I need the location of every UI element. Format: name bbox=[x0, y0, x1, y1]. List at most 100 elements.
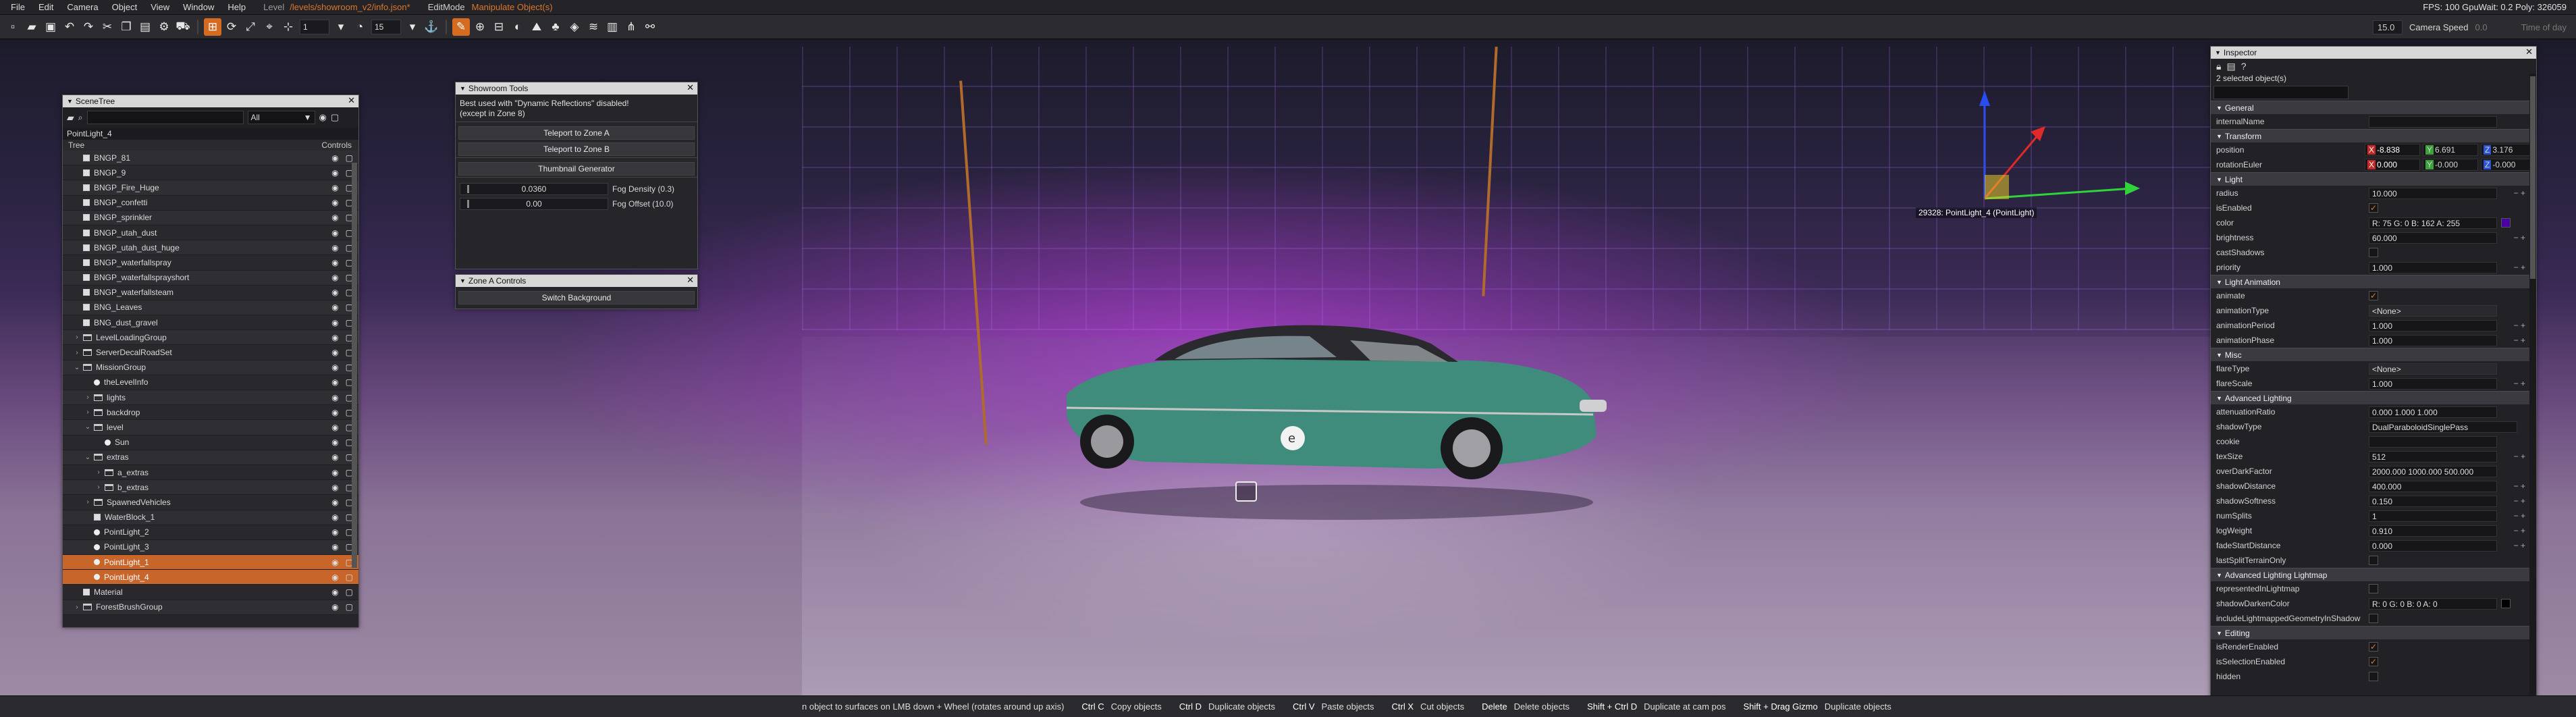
snap-icon[interactable]: ⌖ bbox=[261, 18, 278, 36]
collapse-icon[interactable]: ▼ bbox=[2216, 105, 2222, 111]
lock-filter-icon[interactable]: ▢ bbox=[331, 112, 339, 123]
field-checkbox[interactable] bbox=[2369, 556, 2378, 565]
close-icon[interactable]: ✕ bbox=[687, 275, 694, 286]
expand-icon[interactable]: ⌄ bbox=[83, 454, 92, 461]
select-mode-icon[interactable]: ⊞ bbox=[204, 18, 221, 36]
scene-tree-row[interactable]: Material ◉ ▢ bbox=[63, 585, 358, 600]
scene-tree-row[interactable]: BNGP_sprinkler ◉ ▢ bbox=[63, 210, 358, 225]
visibility-icon[interactable]: ◉ bbox=[331, 348, 338, 357]
node-graph-icon[interactable]: ⚯ bbox=[641, 18, 659, 36]
switch-background-button[interactable]: Switch Background bbox=[458, 291, 695, 304]
pen-tool-icon[interactable]: ✎ bbox=[452, 18, 470, 36]
lock-icon[interactable]: ▢ bbox=[346, 587, 353, 597]
z-component-input[interactable]: Z 3.176 bbox=[2481, 144, 2536, 156]
scene-tree-row[interactable]: WaterBlock_1 ◉ ▢ bbox=[63, 510, 358, 525]
thumbnail-generator-button[interactable]: Thumbnail Generator bbox=[458, 162, 695, 176]
field-input[interactable]: 60.000 bbox=[2369, 232, 2497, 244]
lock-icon[interactable]: ▢ bbox=[346, 153, 353, 163]
scene-tree-row[interactable]: ⌄ level ◉ ▢ bbox=[63, 420, 358, 435]
layout-icon[interactable]: ▤ bbox=[2226, 61, 2235, 72]
snap-input[interactable] bbox=[300, 19, 329, 34]
fog-offset-slider[interactable]: 0.00 bbox=[460, 198, 608, 210]
lock-icon[interactable]: ▢ bbox=[346, 602, 353, 612]
collapse-icon[interactable]: ▼ bbox=[2216, 630, 2222, 637]
field-input[interactable]: 2000.000 1000.000 500.000 bbox=[2369, 465, 2497, 477]
collapse-icon[interactable]: ▼ bbox=[2216, 572, 2222, 579]
menu-view[interactable]: View bbox=[144, 2, 176, 12]
expand-icon[interactable]: › bbox=[72, 349, 82, 356]
collapse-icon[interactable]: ▼ bbox=[2216, 176, 2222, 183]
visibility-icon[interactable]: ◉ bbox=[331, 587, 338, 597]
field-input[interactable] bbox=[2369, 115, 2497, 128]
paste-icon[interactable]: ▤ bbox=[136, 18, 154, 36]
scene-tree-row[interactable]: BNGP_waterfallsteam ◉ ▢ bbox=[63, 285, 358, 300]
inspector-section-header[interactable]: ▼ Light bbox=[2211, 172, 2536, 186]
scene-tree-row[interactable]: › SpawnedVehicles ◉ ▢ bbox=[63, 495, 358, 510]
collapse-icon[interactable]: ▼ bbox=[2216, 279, 2222, 286]
expand-icon[interactable]: › bbox=[83, 498, 92, 506]
visibility-icon[interactable]: ◉ bbox=[331, 468, 338, 477]
visibility-icon[interactable]: ◉ bbox=[331, 512, 338, 522]
chevron-down-icon[interactable]: ▾ bbox=[404, 18, 421, 36]
chevron-down-icon[interactable]: ▾ bbox=[332, 18, 350, 36]
menu-object[interactable]: Object bbox=[105, 2, 144, 12]
field-checkbox[interactable]: ✓ bbox=[2369, 291, 2378, 300]
menu-edit[interactable]: Edit bbox=[32, 2, 60, 12]
collapse-icon[interactable]: ▼ bbox=[2216, 395, 2222, 402]
scene-tree-row[interactable]: › ForestBrushGroup ◉ ▢ bbox=[63, 600, 358, 615]
road-icon[interactable]: ⊟ bbox=[490, 18, 508, 36]
collapse-icon[interactable]: ▼ bbox=[2215, 49, 2221, 56]
stepper-buttons[interactable]: − + bbox=[2514, 526, 2525, 535]
visibility-icon[interactable]: ◉ bbox=[331, 527, 338, 537]
copy-icon[interactable]: ❐ bbox=[117, 18, 135, 36]
field-input[interactable] bbox=[2369, 435, 2497, 448]
visibility-icon[interactable]: ◉ bbox=[331, 333, 338, 342]
collapse-icon[interactable]: ▼ bbox=[2216, 133, 2222, 140]
field-input[interactable]: 1.000 bbox=[2369, 334, 2497, 346]
scene-tree-row[interactable]: › a_extras ◉ ▢ bbox=[63, 464, 358, 481]
teleport-zone-b-button[interactable]: Teleport to Zone B bbox=[458, 142, 695, 156]
field-checkbox[interactable]: ✓ bbox=[2369, 203, 2378, 213]
visibility-icon[interactable]: ◉ bbox=[331, 437, 338, 447]
menu-camera[interactable]: Camera bbox=[60, 2, 105, 12]
field-checkbox[interactable]: ✓ bbox=[2369, 642, 2378, 652]
showroom-tools-titlebar[interactable]: ▼ Showroom Tools ✕ bbox=[456, 82, 697, 95]
river-icon[interactable]: ≋ bbox=[585, 18, 602, 36]
save-icon[interactable]: ▣ bbox=[42, 18, 59, 36]
3d-viewport[interactable]: e 29328: PointLight_4 (PointLight) bbox=[0, 40, 2576, 695]
folder-icon[interactable]: ▰ bbox=[67, 112, 74, 124]
expand-icon[interactable]: › bbox=[94, 469, 103, 476]
inspector-section-header[interactable]: ▼ Advanced Lighting Lightmap bbox=[2211, 568, 2536, 581]
stepper-buttons[interactable]: − + bbox=[2514, 321, 2525, 330]
menu-window[interactable]: Window bbox=[176, 2, 221, 12]
scene-tree-titlebar[interactable]: ▼ SceneTree ✕ bbox=[63, 95, 358, 107]
vehicle-icon[interactable]: ⛟ bbox=[174, 18, 192, 36]
collapse-icon[interactable]: ▼ bbox=[67, 98, 73, 105]
stepper-buttons[interactable]: − + bbox=[2514, 336, 2525, 345]
scale-icon[interactable]: ⤢ bbox=[242, 18, 259, 36]
visibility-icon[interactable]: ◉ bbox=[331, 213, 338, 222]
scene-tree-row[interactable]: BNGP_waterfallspray ◉ ▢ bbox=[63, 255, 358, 271]
x-component-input[interactable]: X -8.838 bbox=[2365, 144, 2420, 156]
inspector-scrollbar[interactable] bbox=[2529, 74, 2536, 695]
scene-tree-row[interactable]: Sun ◉ ▢ bbox=[63, 435, 358, 450]
expand-icon[interactable]: ⌄ bbox=[72, 364, 82, 371]
help-icon[interactable]: ? bbox=[2241, 61, 2247, 72]
field-input[interactable]: 1.000 bbox=[2369, 377, 2497, 390]
fog-density-slider[interactable]: 0.0360 bbox=[460, 183, 608, 195]
visibility-icon[interactable]: ◉ bbox=[331, 408, 338, 417]
settings-icon[interactable]: ⚙ bbox=[155, 18, 173, 36]
add-object-icon[interactable]: ⊕ bbox=[471, 18, 489, 36]
collapse-icon[interactable]: ▼ bbox=[2216, 352, 2222, 358]
waterblock-marker-icon[interactable] bbox=[1235, 481, 1257, 502]
inspector-section-header[interactable]: ▼ Misc bbox=[2211, 348, 2536, 361]
y-component-input[interactable]: Y 6.691 bbox=[2423, 144, 2478, 156]
close-icon[interactable]: ✕ bbox=[348, 95, 355, 106]
grid-snap-icon[interactable]: ⊹ bbox=[279, 18, 297, 36]
terrain-icon[interactable]: ⛰ bbox=[528, 18, 545, 36]
field-input[interactable]: 10.000 bbox=[2369, 187, 2497, 199]
rotation-snap-icon[interactable]: ◔ bbox=[351, 18, 369, 36]
forest-icon[interactable]: ♣ bbox=[547, 18, 564, 36]
stepper-buttons[interactable]: − + bbox=[2514, 452, 2525, 461]
inspector-section-header[interactable]: ▼ Light Animation bbox=[2211, 275, 2536, 288]
